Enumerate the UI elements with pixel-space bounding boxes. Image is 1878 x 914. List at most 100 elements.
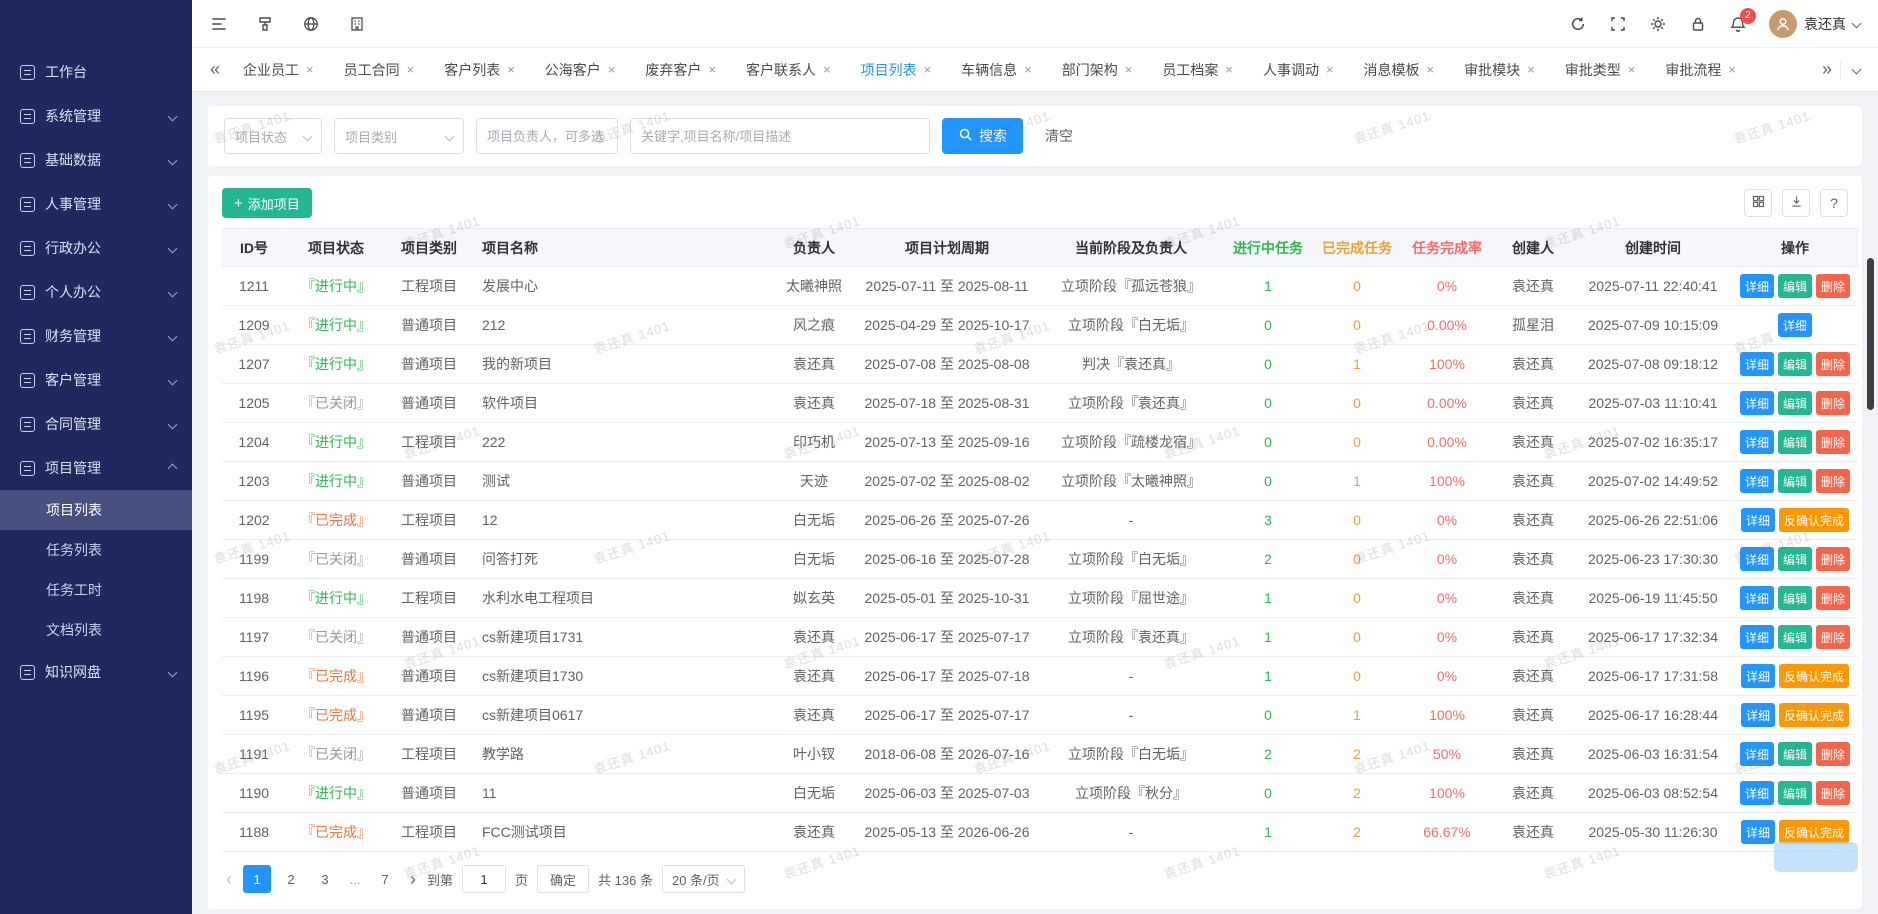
refresh-icon[interactable] bbox=[1569, 15, 1587, 33]
sidebar-item-hr[interactable]: 人事管理 bbox=[0, 182, 192, 226]
sidebar-item-doc-list[interactable]: 文档列表 bbox=[0, 610, 192, 650]
tab-公海客户[interactable]: 公海客户× bbox=[530, 48, 631, 91]
page-button-7[interactable]: 7 bbox=[371, 865, 399, 893]
tab-close-icon[interactable]: × bbox=[924, 63, 932, 76]
tab-close-icon[interactable]: × bbox=[507, 63, 515, 76]
tabs-scroll-left-icon[interactable]: « bbox=[202, 59, 228, 80]
edit-button[interactable]: 编辑 bbox=[1778, 625, 1812, 649]
page-button-2[interactable]: 2 bbox=[277, 865, 305, 893]
tab-人事调动[interactable]: 人事调动× bbox=[1248, 48, 1349, 91]
delete-button[interactable]: 删除 bbox=[1816, 742, 1850, 766]
tab-消息模板[interactable]: 消息模板× bbox=[1349, 48, 1450, 91]
tab-close-icon[interactable]: × bbox=[1628, 63, 1636, 76]
delete-button[interactable]: 删除 bbox=[1816, 586, 1850, 610]
tab-close-icon[interactable]: × bbox=[1326, 63, 1334, 76]
page-size-select[interactable]: 20 条/页 bbox=[662, 865, 745, 893]
edit-button[interactable]: 编辑 bbox=[1778, 547, 1812, 571]
tab-close-icon[interactable]: × bbox=[823, 63, 831, 76]
sidebar-item-customer[interactable]: 客户管理 bbox=[0, 358, 192, 402]
tab-close-icon[interactable]: × bbox=[306, 63, 314, 76]
sidebar-item-admin-office[interactable]: 行政办公 bbox=[0, 226, 192, 270]
detail-button[interactable]: 详细 bbox=[1740, 586, 1774, 610]
sidebar-item-system[interactable]: 系统管理 bbox=[0, 94, 192, 138]
delete-button[interactable]: 删除 bbox=[1816, 352, 1850, 376]
theme-brush-icon[interactable] bbox=[256, 15, 274, 33]
prev-page-icon[interactable]: ‹ bbox=[224, 870, 234, 888]
detail-button[interactable]: 详细 bbox=[1778, 313, 1812, 337]
clear-button[interactable]: 清空 bbox=[1045, 126, 1073, 146]
detail-button[interactable]: 详细 bbox=[1740, 547, 1774, 571]
sidebar-item-contract[interactable]: 合同管理 bbox=[0, 402, 192, 446]
project-owner-input[interactable] bbox=[476, 118, 618, 154]
next-page-icon[interactable]: › bbox=[408, 870, 418, 888]
goto-page-input[interactable] bbox=[462, 865, 506, 893]
scrollbar-thumb[interactable] bbox=[1867, 258, 1874, 410]
tabs-scroll-right-icon[interactable]: » bbox=[1814, 59, 1840, 80]
search-button[interactable]: 搜索 bbox=[942, 118, 1023, 154]
floating-widget[interactable] bbox=[1774, 842, 1858, 872]
edit-button[interactable]: 编辑 bbox=[1778, 781, 1812, 805]
delete-button[interactable]: 删除 bbox=[1816, 781, 1850, 805]
tabs-menu-icon[interactable] bbox=[1840, 60, 1868, 80]
menu-collapse-icon[interactable] bbox=[210, 15, 228, 33]
page-button-1[interactable]: 1 bbox=[243, 865, 271, 893]
project-category-select[interactable]: 项目类别 bbox=[334, 118, 464, 154]
tab-部门架构[interactable]: 部门架构× bbox=[1047, 48, 1148, 91]
edit-button[interactable]: 编辑 bbox=[1778, 742, 1812, 766]
tab-员工合同[interactable]: 员工合同× bbox=[329, 48, 430, 91]
tab-车辆信息[interactable]: 车辆信息× bbox=[946, 48, 1047, 91]
edit-button[interactable]: 编辑 bbox=[1778, 274, 1812, 298]
sidebar-item-personal-office[interactable]: 个人办公 bbox=[0, 270, 192, 314]
user-menu[interactable]: 袁还真 bbox=[1769, 10, 1860, 38]
detail-button[interactable]: 详细 bbox=[1740, 352, 1774, 376]
detail-button[interactable]: 详细 bbox=[1740, 469, 1774, 493]
fullscreen-icon[interactable] bbox=[1609, 15, 1627, 33]
help-button[interactable]: ? bbox=[1820, 189, 1848, 217]
language-globe-icon[interactable] bbox=[302, 15, 320, 33]
delete-button[interactable]: 删除 bbox=[1816, 274, 1850, 298]
sidebar-item-project-list[interactable]: 项目列表 bbox=[0, 490, 192, 530]
undo-button[interactable]: 反确认完成 bbox=[1779, 508, 1849, 532]
detail-button[interactable]: 详细 bbox=[1741, 703, 1775, 727]
tab-审批类型[interactable]: 审批类型× bbox=[1550, 48, 1651, 91]
tab-审批流程[interactable]: 审批流程× bbox=[1650, 48, 1751, 91]
detail-button[interactable]: 详细 bbox=[1741, 508, 1775, 532]
detail-button[interactable]: 详细 bbox=[1741, 664, 1775, 688]
delete-button[interactable]: 删除 bbox=[1816, 625, 1850, 649]
tab-员工档案[interactable]: 员工档案× bbox=[1147, 48, 1248, 91]
sidebar-item-knowledge[interactable]: 知识网盘 bbox=[0, 650, 192, 694]
tab-废弃客户[interactable]: 废弃客户× bbox=[630, 48, 731, 91]
sidebar-item-workbench[interactable]: 工作台 bbox=[0, 50, 192, 94]
edit-button[interactable]: 编辑 bbox=[1778, 586, 1812, 610]
column-settings-button[interactable] bbox=[1744, 189, 1772, 217]
export-button[interactable] bbox=[1782, 189, 1810, 217]
sidebar-item-task-hours[interactable]: 任务工时 bbox=[0, 570, 192, 610]
tab-close-icon[interactable]: × bbox=[1125, 63, 1133, 76]
detail-button[interactable]: 详细 bbox=[1740, 625, 1774, 649]
undo-button[interactable]: 反确认完成 bbox=[1779, 820, 1849, 844]
sidebar-item-finance[interactable]: 财务管理 bbox=[0, 314, 192, 358]
tab-close-icon[interactable]: × bbox=[1527, 63, 1535, 76]
tab-close-icon[interactable]: × bbox=[1728, 63, 1736, 76]
delete-button[interactable]: 删除 bbox=[1816, 547, 1850, 571]
tab-close-icon[interactable]: × bbox=[1225, 63, 1233, 76]
delete-button[interactable]: 删除 bbox=[1816, 469, 1850, 493]
edit-button[interactable]: 编辑 bbox=[1778, 469, 1812, 493]
tab-客户联系人[interactable]: 客户联系人× bbox=[731, 48, 846, 91]
project-status-select[interactable]: 项目状态 bbox=[224, 118, 322, 154]
delete-button[interactable]: 删除 bbox=[1816, 391, 1850, 415]
tab-close-icon[interactable]: × bbox=[1024, 63, 1032, 76]
detail-button[interactable]: 详细 bbox=[1740, 274, 1774, 298]
tab-客户列表[interactable]: 客户列表× bbox=[429, 48, 530, 91]
lock-icon[interactable] bbox=[1689, 15, 1707, 33]
detail-button[interactable]: 详细 bbox=[1741, 820, 1775, 844]
detail-button[interactable]: 详细 bbox=[1740, 391, 1774, 415]
add-project-button[interactable]: + 添加项目 bbox=[222, 188, 312, 218]
layout-building-icon[interactable] bbox=[348, 15, 366, 33]
delete-button[interactable]: 删除 bbox=[1816, 430, 1850, 454]
page-button-3[interactable]: 3 bbox=[311, 865, 339, 893]
detail-button[interactable]: 详细 bbox=[1740, 430, 1774, 454]
edit-button[interactable]: 编辑 bbox=[1778, 352, 1812, 376]
notifications-bell-icon[interactable]: 2 bbox=[1729, 15, 1747, 33]
tab-close-icon[interactable]: × bbox=[608, 63, 616, 76]
